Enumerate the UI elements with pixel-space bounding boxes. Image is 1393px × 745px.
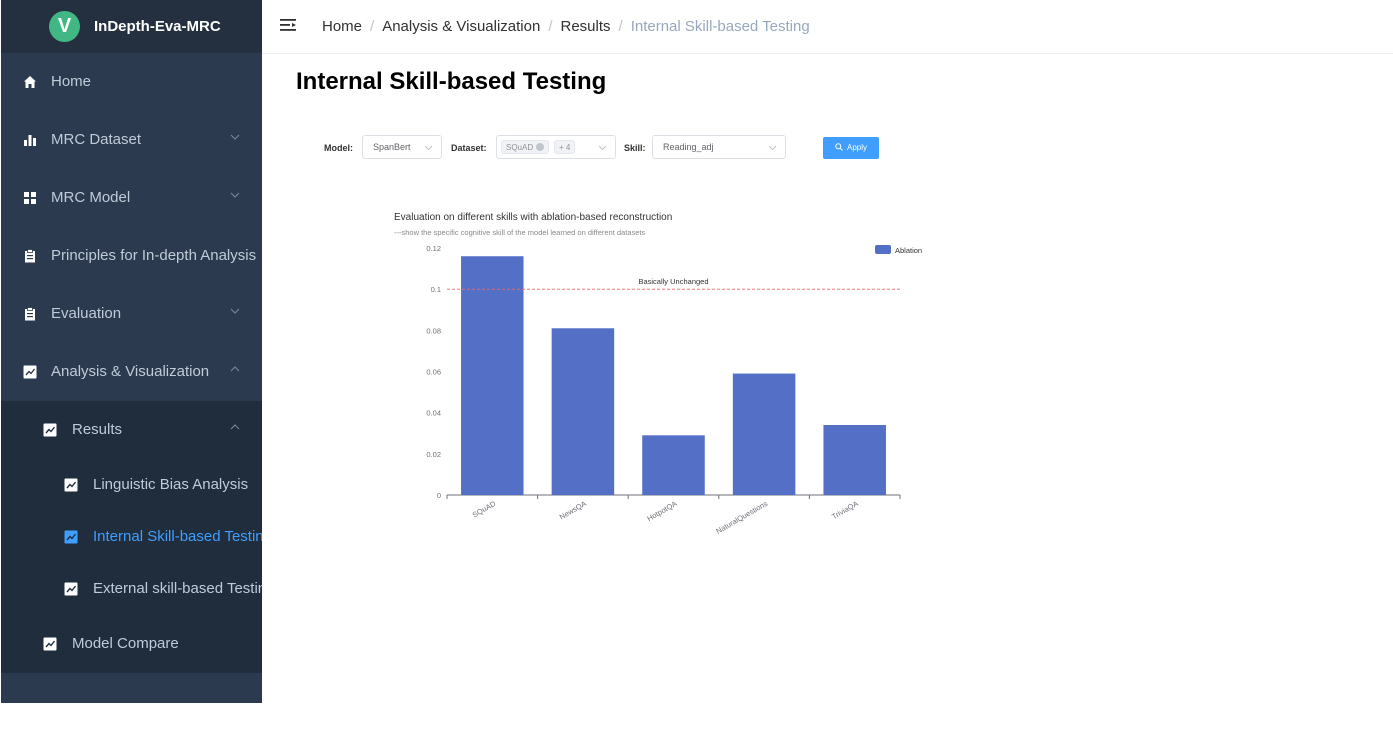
dataset-tag-label: SQuAD bbox=[506, 143, 534, 152]
chart-icon bbox=[43, 637, 57, 651]
chevron-up-icon bbox=[230, 366, 240, 372]
y-tick-label: 0.06 bbox=[426, 368, 441, 377]
chevron-up-icon bbox=[230, 424, 240, 430]
home-icon bbox=[24, 76, 36, 88]
breadcrumb-item-current: Internal Skill-based Testing bbox=[630, 18, 810, 35]
chart-icon bbox=[64, 530, 78, 544]
y-tick-label: 0.1 bbox=[431, 285, 441, 294]
y-tick-label: 0 bbox=[437, 491, 441, 500]
chart-icon bbox=[43, 423, 57, 437]
sidebar-item-model-compare[interactable]: Model Compare bbox=[1, 615, 262, 673]
x-tick-label: TriviaQA bbox=[830, 499, 860, 521]
sidebar-item-linguistic-bias[interactable]: Linguistic Bias Analysis bbox=[1, 459, 262, 511]
sidebar-item-analysis-visualization[interactable]: Analysis & Visualization bbox=[1, 343, 262, 401]
breadcrumb-item-results[interactable]: Results bbox=[561, 18, 611, 35]
x-tick-label: SQuAD bbox=[471, 499, 498, 520]
skill-select[interactable]: Reading_adj bbox=[652, 135, 786, 159]
bar-chart: Evaluation on different skills with abla… bbox=[394, 212, 922, 536]
page-title: Internal Skill-based Testing bbox=[296, 68, 607, 95]
dataset-more-tag: + 4 bbox=[554, 140, 576, 154]
model-select-value: SpanBert bbox=[373, 142, 411, 152]
x-tick-label: HotpotQA bbox=[645, 499, 678, 523]
sidebar-item-label: Internal Skill-based Testing bbox=[93, 528, 262, 545]
clipboard-icon bbox=[25, 249, 35, 263]
sidebar-item-principles[interactable]: Principles for In-depth Analysis bbox=[1, 227, 262, 285]
chevron-down-icon bbox=[230, 308, 240, 314]
sidebar-item-results[interactable]: Results bbox=[1, 401, 262, 459]
chart-icon bbox=[64, 478, 78, 492]
grid-icon bbox=[24, 192, 36, 204]
sidebar-item-external-skill[interactable]: External skill-based Testing bbox=[1, 563, 262, 615]
x-tick-label: NaturalQuestions bbox=[714, 499, 769, 536]
chevron-down-icon bbox=[768, 145, 777, 151]
legend-label: Ablation bbox=[895, 246, 922, 255]
sidebar-item-label: Linguistic Bias Analysis bbox=[93, 476, 249, 493]
chevron-down-icon bbox=[230, 192, 240, 198]
sidebar-item-label: Model Compare bbox=[72, 635, 179, 652]
skill-select-value: Reading_adj bbox=[663, 142, 714, 152]
sidebar: V InDepth-Eva-MRC Home MRC Dataset MRC M… bbox=[1, 0, 262, 703]
chevron-down-icon bbox=[230, 134, 240, 140]
chart-icon bbox=[64, 582, 78, 596]
dataset-tag: SQuAD bbox=[501, 140, 550, 154]
bar bbox=[642, 435, 705, 495]
y-tick-label: 0.04 bbox=[426, 409, 441, 418]
navbar: Home / Analysis & Visualization / Results / In… bbox=[262, 0, 1393, 54]
chart-title: Evaluation on different skills with abla… bbox=[394, 212, 672, 223]
x-tick-label: NewsQA bbox=[558, 499, 588, 522]
breadcrumb-item-analysis[interactable]: Analysis & Visualization bbox=[382, 18, 540, 35]
chevron-down-icon bbox=[424, 145, 433, 151]
chart-container: Evaluation on different skills with abla… bbox=[380, 200, 940, 560]
sidebar-item-label: Evaluation bbox=[51, 305, 122, 322]
sidebar-item-mrc-model[interactable]: MRC Model bbox=[1, 169, 262, 227]
chart-subtitle: ---show the specific cognitive skill of … bbox=[394, 228, 645, 237]
sidebar-item-label: External skill-based Testing bbox=[93, 580, 262, 597]
sidebar-item-internal-skill[interactable]: Internal Skill-based Testing bbox=[1, 511, 262, 563]
clipboard-icon bbox=[25, 307, 35, 321]
sidebar-item-label: MRC Model bbox=[51, 189, 131, 206]
sidebar-item-label: Analysis & Visualization bbox=[51, 363, 210, 380]
y-tick-label: 0.12 bbox=[426, 244, 441, 253]
breadcrumb-item-home[interactable]: Home bbox=[322, 18, 362, 35]
dataset-select[interactable]: SQuAD + 4 bbox=[496, 135, 616, 159]
sidebar-item-label: MRC Dataset bbox=[51, 131, 142, 148]
hamburger-icon[interactable] bbox=[279, 17, 297, 35]
y-tick-label: 0.08 bbox=[426, 326, 441, 335]
sidebar-item-mrc-dataset[interactable]: MRC Dataset bbox=[1, 111, 262, 169]
bar bbox=[732, 373, 796, 495]
breadcrumb-separator: / bbox=[618, 18, 623, 35]
skill-label: Skill: bbox=[624, 143, 646, 153]
sidebar-item-label: Results bbox=[72, 421, 123, 438]
apply-button-label: Apply bbox=[846, 143, 867, 152]
breadcrumb-separator: / bbox=[548, 18, 553, 35]
search-icon bbox=[835, 143, 843, 151]
legend-swatch bbox=[875, 245, 891, 254]
tag-close-icon[interactable] bbox=[536, 142, 545, 151]
model-label: Model: bbox=[324, 143, 353, 153]
model-select[interactable]: SpanBert bbox=[362, 135, 442, 159]
app-logo: V bbox=[49, 11, 80, 42]
bar bbox=[551, 328, 615, 495]
bar bbox=[823, 425, 886, 495]
sidebar-item-label: Home bbox=[51, 73, 92, 90]
breadcrumb: Home / Analysis & Visualization / Results / In… bbox=[322, 0, 810, 53]
bar bbox=[461, 256, 524, 495]
submenu-analysis: Results Linguistic Bias Analysis Interna… bbox=[1, 401, 262, 673]
sidebar-item-home[interactable]: Home bbox=[1, 53, 262, 111]
app-title: InDepth-Eva-MRC bbox=[94, 18, 221, 35]
reference-line-label: Basically Unchanged bbox=[638, 277, 708, 286]
bar-chart-icon bbox=[24, 135, 36, 146]
dataset-label: Dataset: bbox=[451, 143, 487, 153]
sidebar-item-evaluation[interactable]: Evaluation bbox=[1, 285, 262, 343]
y-tick-label: 0.02 bbox=[426, 450, 441, 459]
chevron-down-icon bbox=[598, 145, 607, 151]
apply-button[interactable]: Apply bbox=[823, 137, 879, 159]
breadcrumb-separator: / bbox=[370, 18, 375, 35]
logo-bar[interactable]: V InDepth-Eva-MRC bbox=[1, 0, 262, 53]
chart-icon bbox=[23, 365, 37, 379]
sidebar-item-label: Principles for In-depth Analysis bbox=[51, 247, 257, 264]
